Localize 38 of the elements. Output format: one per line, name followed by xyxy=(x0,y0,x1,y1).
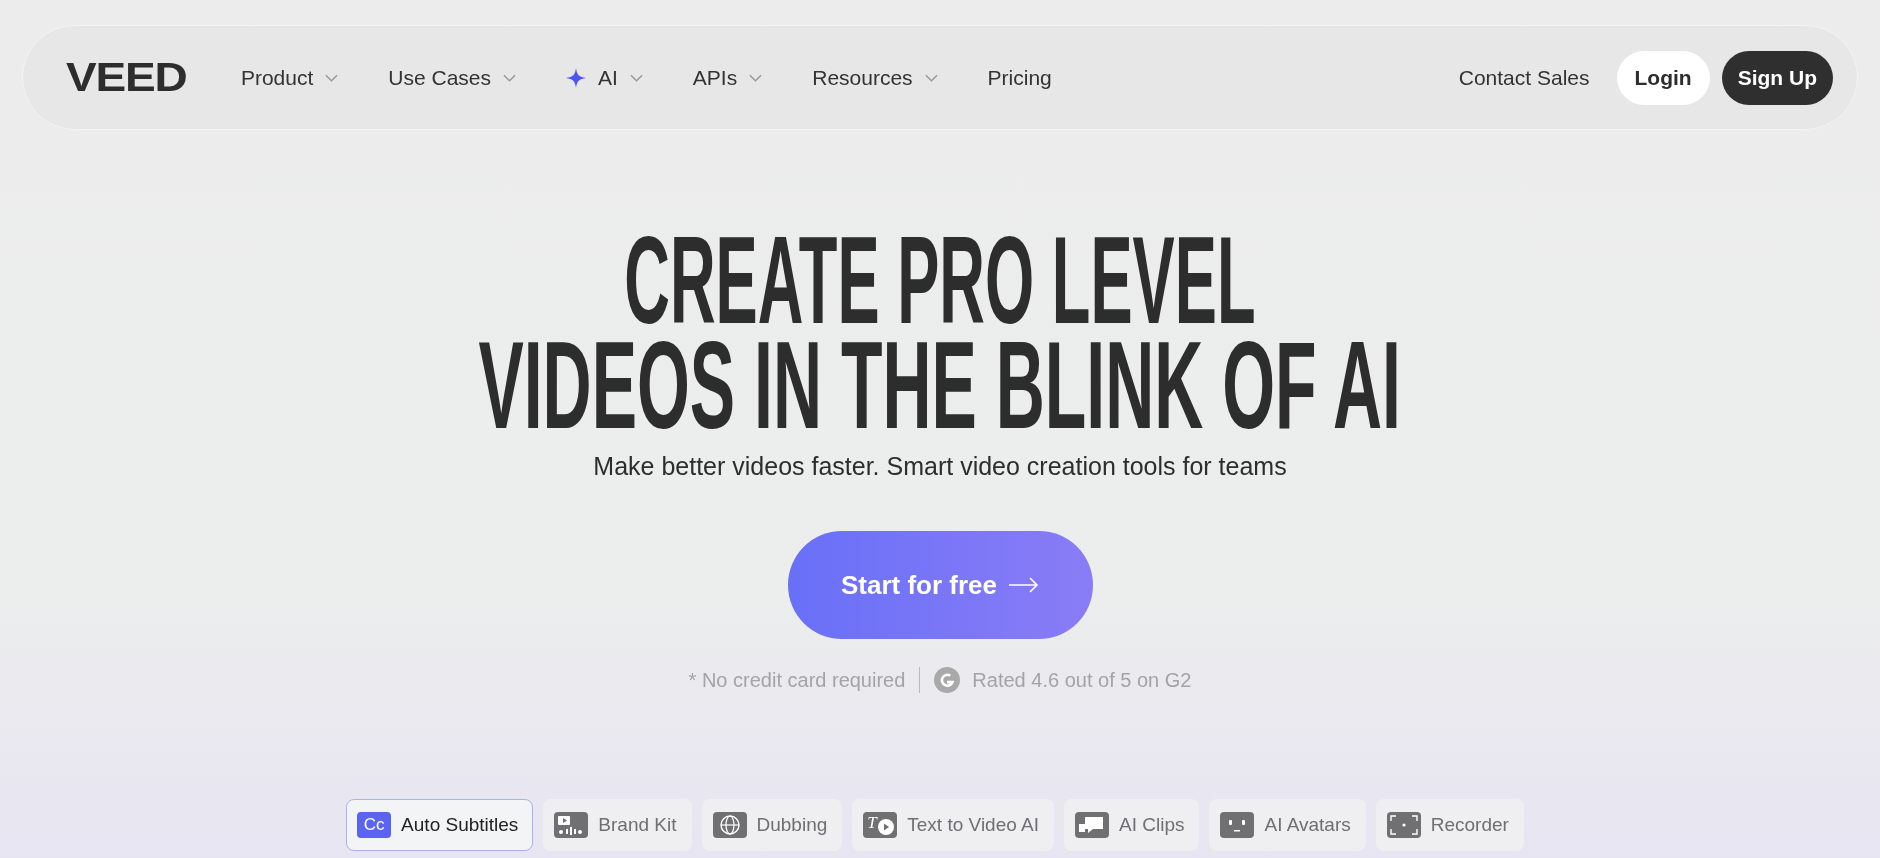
nav-link[interactable]: Pricing xyxy=(987,65,1052,90)
robot-face-icon xyxy=(1220,812,1255,838)
headline: CREATE PRO LEVEL xyxy=(624,230,1256,330)
login-button[interactable]: Login xyxy=(1616,50,1710,105)
subtitle: Make better videos faster. Smart video creation tools for teams xyxy=(593,452,1287,481)
start-free-button[interactable]: Start for free xyxy=(787,531,1093,639)
chevron-down-icon xyxy=(629,73,643,82)
feature-tab[interactable]: T Text to Video AI xyxy=(852,799,1054,851)
logo[interactable]: VEED xyxy=(66,55,187,100)
sign-up-button[interactable]: Sign Up xyxy=(1721,50,1833,105)
record-frame-icon xyxy=(1386,812,1421,838)
feature-tab[interactable]: AI Clips xyxy=(1064,799,1200,851)
video-bars-icon xyxy=(554,812,589,838)
feature-tab[interactable]: Recorder xyxy=(1375,799,1524,851)
chevron-down-icon xyxy=(503,73,516,82)
no-card-note: * No credit card required xyxy=(688,668,906,692)
g2-logo-icon xyxy=(934,667,961,693)
sparkle-icon xyxy=(566,67,586,88)
headline: VIDEOS IN THE BLINK OF AI xyxy=(478,335,1402,435)
chevron-down-icon xyxy=(924,73,938,82)
nav-link[interactable]: Use Cases xyxy=(388,65,516,90)
nav-link[interactable]: APIs xyxy=(692,65,763,90)
contact-sales-link[interactable]: Contact Sales xyxy=(1458,65,1590,90)
feature-tab[interactable]: Brand Kit xyxy=(543,799,692,851)
arrow-right-icon xyxy=(1009,577,1039,593)
chat-bubbles-icon xyxy=(1075,812,1109,838)
nav-link[interactable]: AI xyxy=(566,65,643,90)
feature-tab[interactable]: AI Avatars xyxy=(1209,799,1366,851)
feature-tab[interactable]: Cc Auto Subtitles xyxy=(346,799,534,851)
chevron-down-icon xyxy=(325,73,339,82)
nav-link[interactable]: Resources xyxy=(812,65,938,90)
globe-icon xyxy=(712,812,747,838)
captions-icon: Cc xyxy=(357,812,392,838)
rating-text: Rated 4.6 out of 5 on G2 xyxy=(972,668,1192,692)
nav-link[interactable]: Product xyxy=(240,65,339,90)
chevron-down-icon xyxy=(749,73,763,82)
text-video-icon: T xyxy=(863,812,898,838)
feature-tab[interactable]: Dubbing xyxy=(701,799,843,851)
